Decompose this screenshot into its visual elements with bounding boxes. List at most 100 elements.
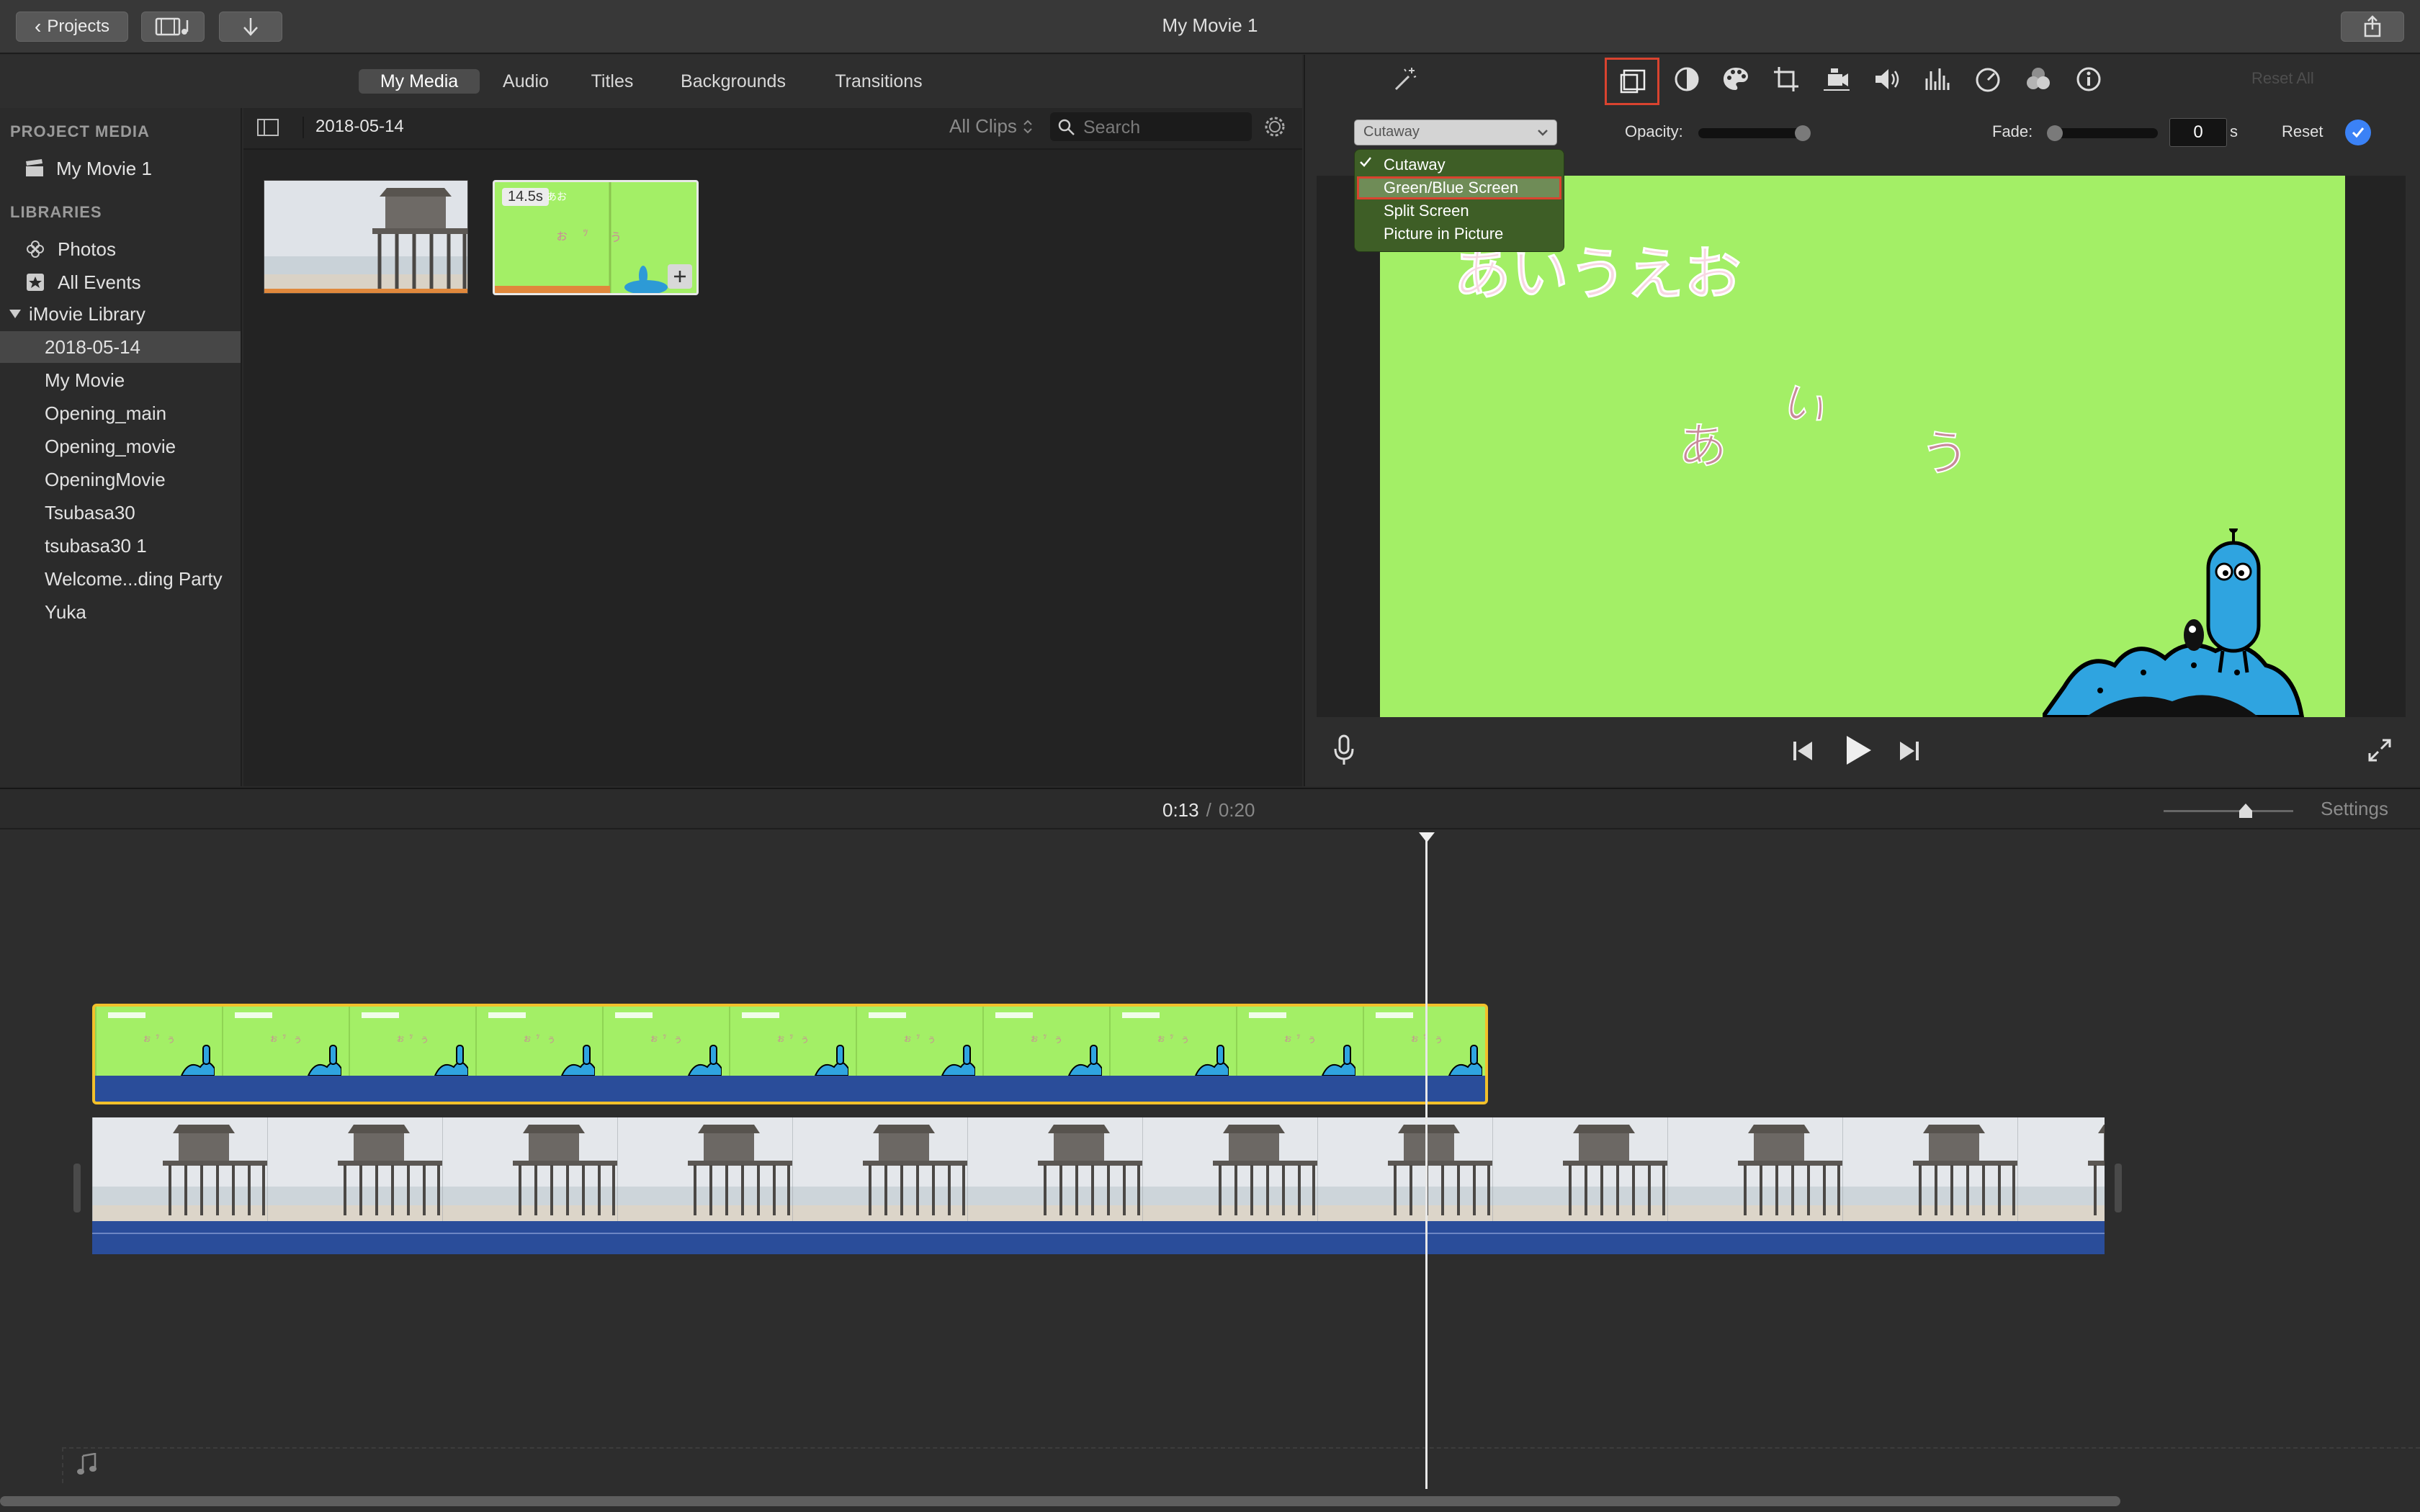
play-icon[interactable]: [1842, 734, 1873, 766]
playhead[interactable]: [1425, 837, 1428, 1489]
menu-item-split-screen[interactable]: Split Screen: [1384, 200, 1469, 222]
fade-duration-field[interactable]: 0: [2169, 118, 2227, 147]
svg-text:ぉ: ぉ: [776, 1033, 785, 1043]
menu-item-picture-in-picture[interactable]: Picture in Picture: [1384, 223, 1503, 245]
svg-text:う: う: [610, 232, 622, 244]
add-to-timeline-button[interactable]: [668, 264, 692, 289]
sidebar-item-all-events[interactable]: All Events: [0, 266, 241, 298]
sidebar-item-event[interactable]: OpeningMovie: [0, 464, 241, 495]
equalizer-icon[interactable]: [1920, 62, 1955, 96]
svg-text:う: う: [1054, 1035, 1062, 1045]
sidebar-item-imovie-library[interactable]: iMovie Library: [0, 298, 241, 330]
filmstrip-frame: [617, 1117, 792, 1221]
skip-forward-icon[interactable]: [1897, 739, 1922, 763]
crop-icon[interactable]: [1769, 62, 1803, 96]
overlay-style-select[interactable]: Cutaway: [1354, 120, 1557, 145]
zoom-slider-knob[interactable]: [2238, 802, 2254, 819]
tab-titles[interactable]: Titles: [576, 69, 648, 94]
tab-audio[interactable]: Audio: [490, 69, 562, 94]
sidebar-item-event[interactable]: My Movie: [0, 364, 241, 396]
svg-text:ぉ: ぉ: [650, 1033, 658, 1043]
arrow-down-icon: [241, 16, 261, 37]
project-media-heading: PROJECT MEDIA: [10, 122, 150, 140]
skip-back-icon[interactable]: [1791, 739, 1815, 763]
window-title: My Movie 1: [1162, 14, 1258, 36]
overlay-clip[interactable]: ぉｯうぉｯうぉｯうぉｯうぉｯうぉｯうぉｯうぉｯうぉｯうぉｯうぉｯうぉｯう: [92, 1004, 1488, 1104]
timeline-scrollbar[interactable]: [0, 1496, 2120, 1506]
opacity-slider-knob[interactable]: [1795, 125, 1811, 141]
speed-gauge-icon[interactable]: [1971, 62, 2005, 96]
stabilization-camera-icon[interactable]: [1819, 62, 1854, 96]
video-preview: あいうえお あ い う: [1380, 176, 2345, 717]
svg-text:ぉ: ぉ: [1157, 1033, 1165, 1043]
sidebar-item-event[interactable]: Welcome...ding Party: [0, 563, 241, 595]
preview-char-u: う: [1919, 426, 1970, 482]
media-clip-pier[interactable]: [264, 180, 468, 294]
svg-text:ぉ: ぉ: [396, 1033, 405, 1043]
filmstrip-frame: [967, 1117, 1142, 1221]
svg-text:ｯ: ｯ: [1043, 1032, 1047, 1040]
filmstrip-frame: [1842, 1117, 2017, 1221]
opacity-slider[interactable]: [1698, 125, 1811, 141]
microphone-icon[interactable]: [1332, 734, 1355, 766]
video-overlay-settings-button[interactable]: [1605, 58, 1659, 105]
sidebar-item-event[interactable]: Tsubasa30: [0, 497, 241, 528]
filmstrip-frame: [2017, 1117, 2105, 1221]
search-input[interactable]: Search: [1050, 112, 1252, 141]
magic-wand-icon[interactable]: [1387, 62, 1422, 96]
media-view-button[interactable]: [141, 12, 205, 42]
background-music-well[interactable]: [62, 1447, 2420, 1483]
sidebar-item-event[interactable]: 2018-05-14: [0, 331, 241, 363]
info-icon[interactable]: [2071, 62, 2106, 96]
svg-text:ぉ: ぉ: [555, 228, 568, 243]
import-button[interactable]: [219, 12, 282, 42]
gear-icon[interactable]: [1262, 114, 1288, 140]
sidebar-item-event[interactable]: Opening_main: [0, 397, 241, 429]
fullscreen-icon[interactable]: [2367, 737, 2393, 763]
reset-button[interactable]: Reset: [2282, 122, 2323, 141]
filmstrip-frame: [442, 1117, 617, 1221]
libraries-heading: LIBRARIES: [10, 203, 102, 221]
sidebar-item-label: All Events: [58, 271, 141, 293]
timeline-zoom-slider[interactable]: [2164, 802, 2293, 819]
apply-checkmark-button[interactable]: [2345, 120, 2371, 145]
share-button[interactable]: [2341, 12, 2404, 42]
color-balance-icon[interactable]: [1670, 62, 1704, 96]
sidebar-item-event[interactable]: tsubasa30 1: [0, 530, 241, 562]
svg-text:う: う: [421, 1035, 429, 1045]
search-icon: [1057, 118, 1076, 137]
fade-slider-knob[interactable]: [2047, 125, 2063, 141]
volume-icon[interactable]: [1870, 62, 1904, 96]
clip-trim-handle-left[interactable]: [73, 1164, 81, 1212]
event-date-label: 2018-05-14: [315, 117, 404, 136]
clip-filter-icon[interactable]: [2021, 62, 2056, 96]
sidebar-item-project[interactable]: My Movie 1: [0, 153, 241, 184]
reset-all-button[interactable]: Reset All: [2251, 69, 2314, 88]
sidebar-toggle-icon[interactable]: [254, 115, 282, 140]
clip-filter-label: All Clips: [949, 115, 1017, 137]
palette-icon[interactable]: [1718, 62, 1753, 96]
projects-button[interactable]: ‹ Projects: [16, 12, 128, 42]
character-illustration: [2043, 528, 2305, 717]
clip-trim-handle-right[interactable]: [2115, 1164, 2122, 1212]
clip-filter-select[interactable]: All Clips: [949, 115, 1033, 138]
clip-preview-art: ぉｯう: [495, 182, 668, 293]
playhead-marker[interactable]: [1417, 831, 1436, 844]
main-clip[interactable]: [92, 1117, 2105, 1254]
fade-slider[interactable]: [2047, 125, 2158, 141]
sidebar-item-event[interactable]: Yuka: [0, 596, 241, 628]
tab-backgrounds[interactable]: Backgrounds: [663, 69, 804, 94]
projects-button-label: Projects: [47, 17, 110, 36]
media-tabs-bar: My Media Audio Titles Backgrounds Transi…: [0, 55, 1302, 108]
tab-transitions[interactable]: Transitions: [821, 69, 936, 94]
menu-item-cutaway[interactable]: Cutaway: [1384, 154, 1446, 176]
film-music-icon: [154, 16, 192, 37]
svg-text:ｯ: ｯ: [1296, 1032, 1301, 1040]
sidebar-item-photos[interactable]: Photos: [0, 233, 241, 265]
media-clip-greenscreen[interactable]: 14.5s あお ぉｯう: [493, 180, 699, 295]
sidebar-item-label: Photos: [58, 238, 116, 260]
menu-item-green-blue-screen[interactable]: Green/Blue Screen: [1384, 177, 1518, 199]
timeline-settings-button[interactable]: Settings: [2321, 798, 2388, 820]
tab-my-media[interactable]: My Media: [359, 69, 480, 94]
sidebar-item-event[interactable]: Opening_movie: [0, 431, 241, 462]
